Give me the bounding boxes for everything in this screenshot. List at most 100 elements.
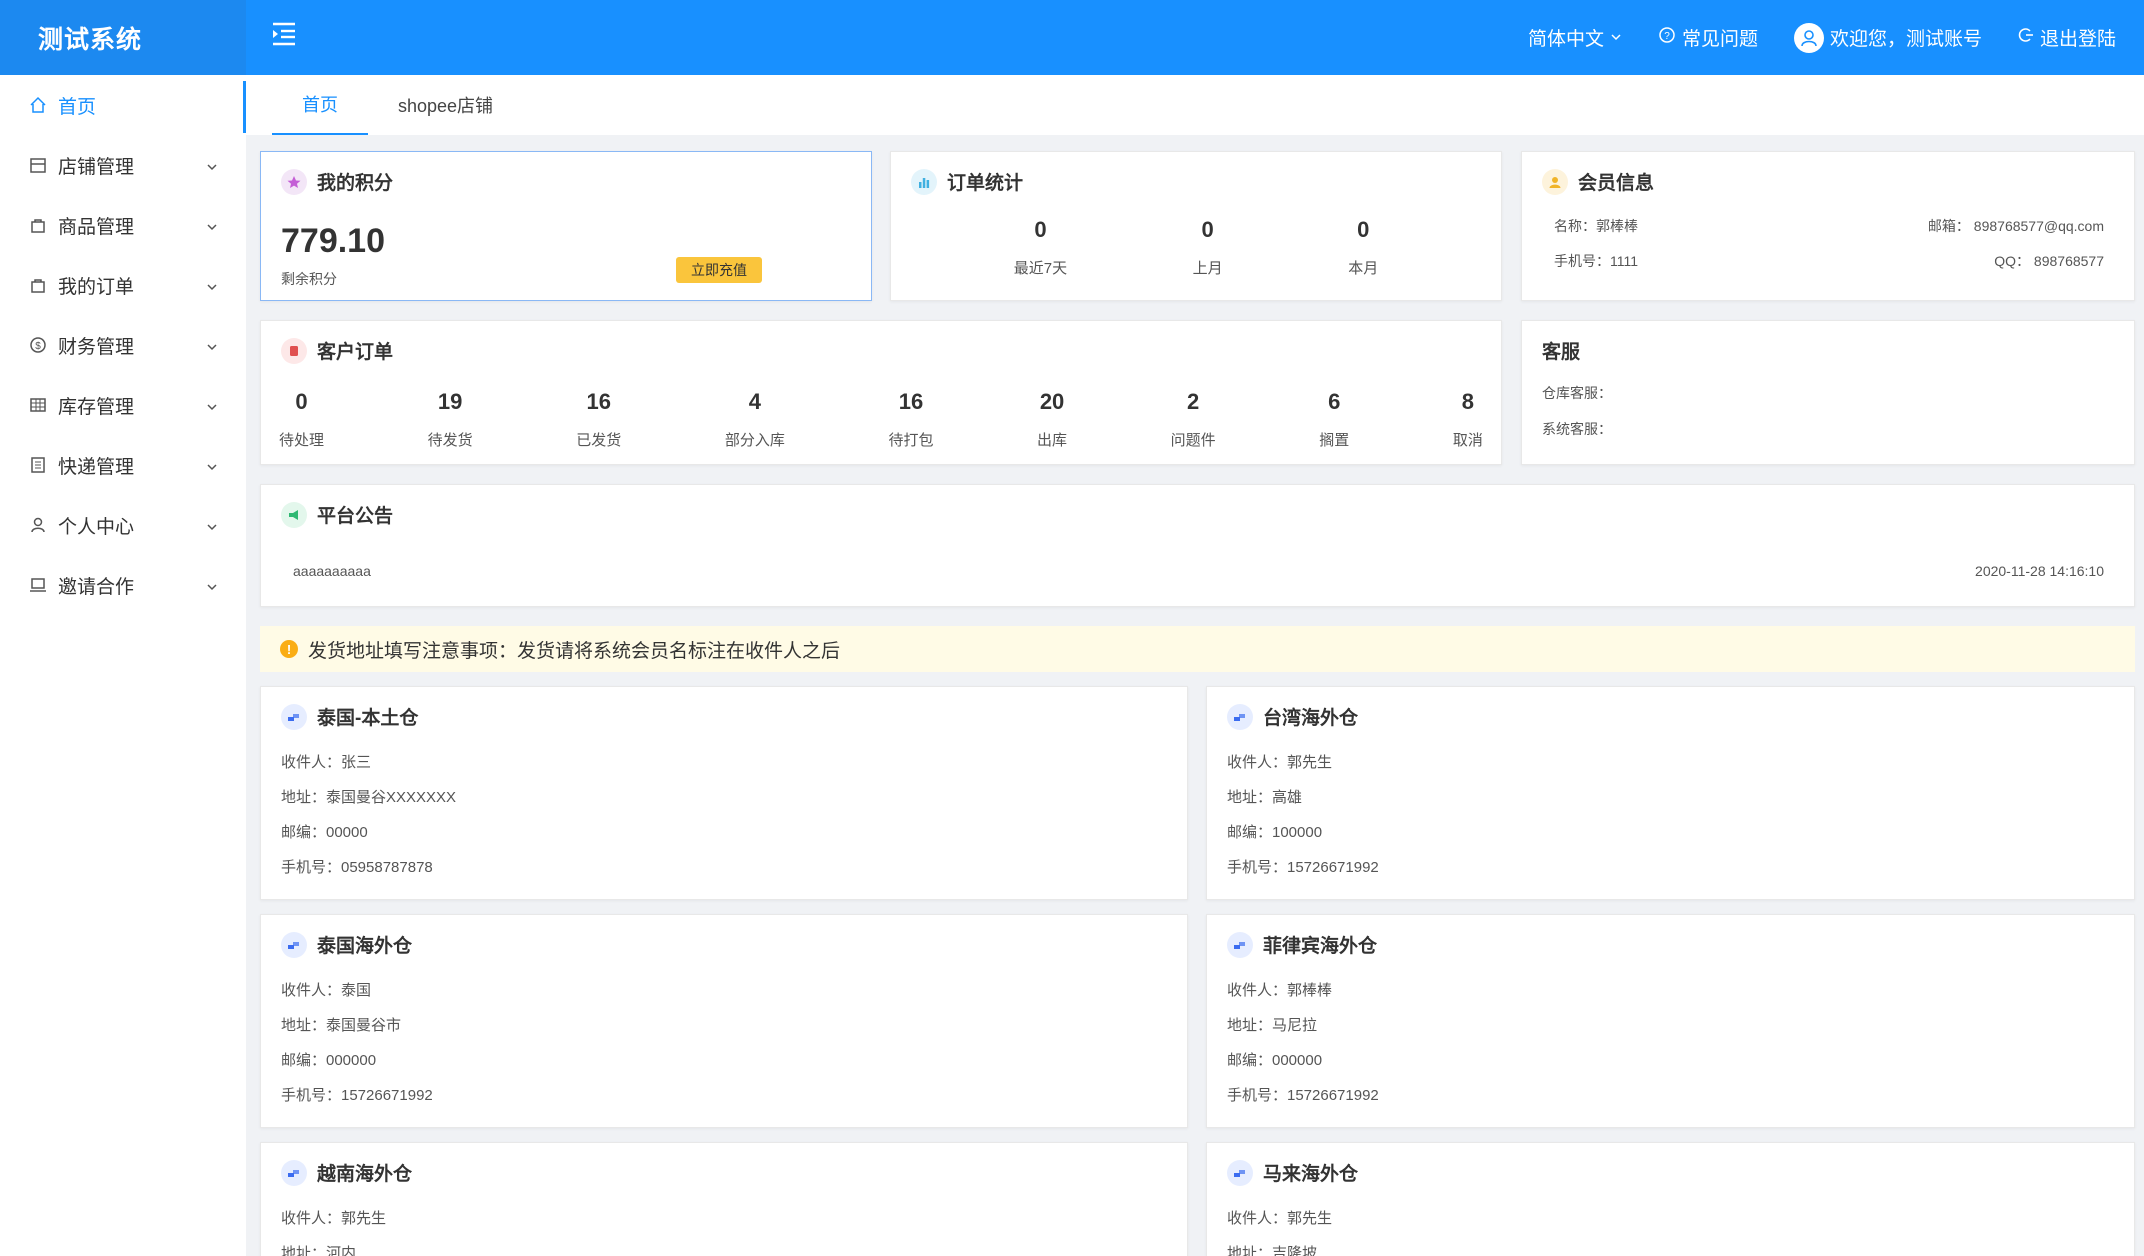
- sidebar-item-my-orders[interactable]: 我的订单: [0, 255, 246, 315]
- address: 地址：高雄: [1227, 789, 1303, 806]
- sidebar-item-label: 库存管理: [58, 396, 135, 418]
- bag-icon: [28, 275, 48, 295]
- list-icon: [28, 455, 48, 475]
- dollar-circle-icon: $: [28, 335, 48, 355]
- tab-bar: 首页 shopee店铺: [246, 75, 2144, 135]
- shop-icon: [28, 155, 48, 175]
- member-email: 邮箱： 898768577@qq.com: [1927, 218, 2104, 234]
- member-qq: QQ： 898768577: [1994, 253, 2104, 269]
- address: 地址：吉隆坡: [1227, 1245, 1318, 1256]
- order-status-problem[interactable]: 2 问题件: [1171, 389, 1216, 450]
- warehouse-icon: [281, 931, 307, 958]
- sidebar-item-label: 首页: [58, 96, 97, 118]
- card-title: 台湾海外仓: [1227, 703, 1358, 730]
- announcement-time: 2020-11-28 14:16:10: [1975, 563, 2104, 579]
- logout-icon: [2018, 27, 2034, 49]
- address: 地址：泰国曼谷市: [281, 1017, 402, 1034]
- sidebar-item-finance-management[interactable]: $ 财务管理: [0, 315, 246, 375]
- order-status-shipped[interactable]: 16 已发货: [576, 389, 621, 450]
- stat-last-month: 0 上月: [1192, 217, 1223, 277]
- sidebar-item-invite-cooperation[interactable]: 邀请合作: [0, 555, 246, 615]
- user-menu[interactable]: 欢迎您，测试账号: [1793, 22, 1982, 53]
- logout-button[interactable]: 退出登陆: [2018, 24, 2116, 51]
- sidebar-item-shop-management[interactable]: 店铺管理: [0, 135, 246, 195]
- points-card: 我的积分 779.10 剩余积分 立即充值: [260, 151, 872, 301]
- address: 地址：马尼拉: [1227, 1017, 1318, 1034]
- sidebar-item-inventory-management[interactable]: 库存管理: [0, 375, 246, 435]
- warehouse-service: 仓库客服：: [1542, 385, 1612, 401]
- warehouse-card: 菲律宾海外仓 收件人：郭棒棒 地址：马尼拉 邮编：000000 手机号：1572…: [1206, 914, 2135, 1128]
- sidebar-item-express-management[interactable]: 快递管理: [0, 435, 246, 495]
- shipping-notice: ! 发货地址填写注意事项：发货请将系统会员名标注在收件人之后: [260, 626, 2135, 672]
- member-info-card: 会员信息 名称：郭棒棒 邮箱： 898768577@qq.com 手机号：111…: [1521, 151, 2135, 301]
- member-name: 名称：郭棒棒: [1554, 218, 1638, 234]
- system-service: 系统客服：: [1542, 421, 1612, 437]
- user-icon: [28, 515, 48, 535]
- sidebar-item-label: 店铺管理: [58, 156, 135, 178]
- warehouse-icon: [1227, 703, 1253, 730]
- warehouse-card: 泰国-本土仓 收件人：张三 地址：泰国曼谷XXXXXXX 邮编：00000 手机…: [260, 686, 1188, 900]
- card-title: 平台公告: [281, 501, 393, 528]
- order-status-to-pack[interactable]: 16 待打包: [888, 389, 933, 450]
- tab-home[interactable]: 首页: [272, 75, 368, 135]
- chevron-down-icon: [206, 277, 218, 291]
- order-stats-card: 订单统计 0 最近7天 0 上月 0 本月: [890, 151, 1502, 301]
- sidebar-item-label: 商品管理: [58, 216, 135, 238]
- sidebar-item-personal-center[interactable]: 个人中心: [0, 495, 246, 555]
- warehouse-icon: [281, 1159, 307, 1186]
- language-label: 简体中文: [1527, 29, 1604, 50]
- order-status-pending[interactable]: 0 待处理: [279, 389, 324, 450]
- chevron-down-icon: [206, 457, 218, 471]
- warehouse-icon: [1227, 931, 1253, 958]
- warehouse-card: 泰国海外仓 收件人：泰国 地址：泰国曼谷市 邮编：000000 手机号：1572…: [260, 914, 1188, 1128]
- sidebar-item-label: 个人中心: [58, 516, 135, 538]
- card-title: 会员信息: [1542, 168, 1654, 195]
- order-status-outbound[interactable]: 20 出库: [1037, 389, 1067, 450]
- app-logo[interactable]: 测试系统: [0, 0, 246, 75]
- card-title: 客服: [1542, 342, 1581, 363]
- card-title: 泰国海外仓: [281, 931, 412, 958]
- order-status-partial-stock-in[interactable]: 4 部分入库: [725, 389, 785, 450]
- chevron-down-icon: [206, 397, 218, 411]
- chevron-down-icon: [206, 517, 218, 531]
- table-icon: [28, 395, 48, 415]
- receiver: 收件人：泰国: [281, 982, 372, 999]
- language-select[interactable]: 简体中文: [1528, 24, 1622, 51]
- order-status-on-hold[interactable]: 6 搁置: [1319, 389, 1349, 450]
- warehouse-card: 马来海外仓 收件人：郭先生 地址：吉隆坡: [1206, 1142, 2135, 1256]
- sidebar-item-label: 快递管理: [58, 456, 135, 478]
- user-icon: [1542, 168, 1568, 195]
- welcome-text: 欢迎您，测试账号: [1829, 29, 1982, 50]
- sidebar-item-product-management[interactable]: 商品管理: [0, 195, 246, 255]
- chevron-down-icon: [206, 217, 218, 231]
- menu-fold-icon[interactable]: [270, 20, 298, 46]
- logout-label: 退出登陆: [2039, 29, 2116, 50]
- stat-last-7-days: 0 最近7天: [1013, 217, 1068, 277]
- avatar: [1793, 22, 1824, 53]
- zip-code: 邮编：000000: [281, 1052, 377, 1069]
- receiver: 收件人：张三: [281, 754, 372, 771]
- points-value: 779.10: [281, 222, 385, 260]
- warehouse-card: 台湾海外仓 收件人：郭先生 地址：高雄 邮编：100000 手机号：157266…: [1206, 686, 2135, 900]
- chevron-down-icon: [1610, 27, 1622, 49]
- faq-label: 常见问题: [1681, 29, 1758, 50]
- clipboard-icon: [281, 337, 307, 364]
- order-status-cancelled[interactable]: 8 取消: [1453, 389, 1483, 450]
- sidebar-item-home[interactable]: 首页: [0, 75, 246, 135]
- warning-icon: !: [280, 640, 298, 658]
- member-phone: 手机号：1111: [1554, 253, 1639, 269]
- tab-shopee-store[interactable]: shopee店铺: [368, 75, 523, 135]
- warehouse-icon: [281, 703, 307, 730]
- order-status-to-ship[interactable]: 19 待发货: [428, 389, 473, 450]
- card-title: 客户订单: [281, 337, 393, 364]
- faq-link[interactable]: ? 常见问题: [1658, 24, 1758, 51]
- chevron-down-icon: [206, 157, 218, 171]
- receiver: 收件人：郭先生: [281, 1210, 387, 1227]
- bag-icon: [28, 215, 48, 235]
- zip-code: 邮编：000000: [1227, 1052, 1323, 1069]
- notice-text: 发货地址填写注意事项：发货请将系统会员名标注在收件人之后: [308, 640, 841, 662]
- announcement-text[interactable]: aaaaaaaaaa: [293, 563, 371, 579]
- sidebar-item-label: 邀请合作: [58, 576, 135, 598]
- card-title: 越南海外仓: [281, 1159, 412, 1186]
- recharge-button[interactable]: 立即充值: [676, 257, 762, 283]
